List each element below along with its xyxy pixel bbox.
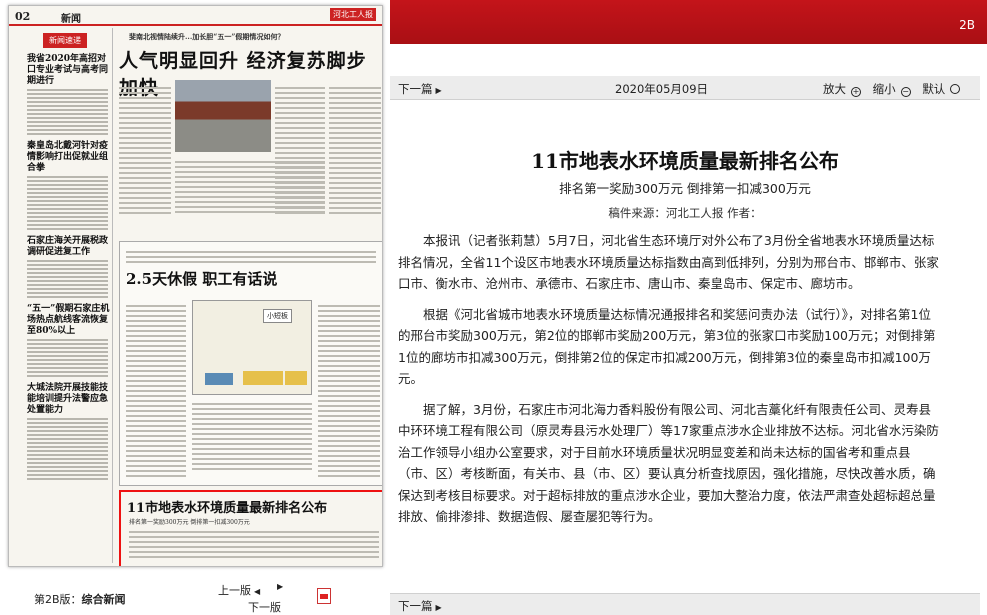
highlight-headline: 11市地表水环境质量最新排名公布 bbox=[127, 501, 328, 516]
lead-kicker: 斐南北视情陆续升...加长胆“五一”假期情况如何？ bbox=[129, 32, 285, 41]
text-column bbox=[175, 158, 325, 216]
news-brief-tag: 新闻速递 bbox=[43, 33, 87, 48]
page-number: 2B bbox=[959, 18, 975, 32]
article-title: 11市地表水环境质量最新排名公布 bbox=[531, 149, 839, 173]
zoom-default-button[interactable]: 默认 bbox=[922, 82, 964, 96]
paper-page-number: 02 bbox=[15, 10, 31, 23]
article-paragraph: 据了解，3月份，石家庄市河北海力香料股份有限公司、河北吉藁化纤有限责任公司、灵寿… bbox=[398, 401, 939, 525]
paper-logo: 河北工人报 bbox=[330, 8, 376, 21]
prev-page-link[interactable]: 上一版 ◀ bbox=[218, 582, 260, 598]
article-subtitle: 排名第一奖励300万元 倒排第一扣减300万元 bbox=[559, 181, 811, 196]
edition-name: 综合新闻 bbox=[81, 593, 126, 606]
highlight-subheadline: 排名第一奖励300万元 倒排第一扣减300万元 bbox=[129, 519, 250, 526]
triangle-left-icon: ◀ bbox=[254, 587, 261, 596]
circle-icon bbox=[950, 84, 961, 94]
text-column bbox=[329, 84, 381, 217]
feature-headline: 2.5天休假 职工有话说 bbox=[126, 270, 278, 288]
article-body: 本报讯（记者张莉慧）5月7日，河北省生态环境厅对外公布了3月份全省地表水环境质量… bbox=[398, 230, 940, 537]
brief-headline[interactable]: 秦皇岛北戴河针对疫情影响打出促就业组合拳 bbox=[27, 141, 110, 174]
cartoon-illustration: 小短板 bbox=[192, 300, 312, 395]
brief-headline[interactable]: 我省2020年高招对口专业考试与高考同期进行 bbox=[27, 54, 110, 87]
plus-icon: + bbox=[851, 87, 861, 97]
pdf-icon[interactable] bbox=[317, 588, 331, 604]
paper-section: 新闻 bbox=[61, 14, 81, 25]
article-paragraph: 本报讯（记者张莉慧）5月7日，河北省生态环境厅对外公布了3月份全省地表水环境质量… bbox=[398, 233, 939, 291]
zoom-controls: 放大 + 缩小 − 默认 bbox=[823, 81, 968, 97]
article-paragraph: 根据《河北省城市地表水环境质量达标情况通报排名和奖惩问责办法（试行）》，对排名第… bbox=[398, 306, 936, 387]
triangle-right-icon: ▶ bbox=[277, 582, 284, 591]
article-source: 稿件来源：河北工人报 作者： bbox=[608, 206, 762, 220]
next-page-link[interactable]: ▶ 下一版 bbox=[248, 582, 283, 615]
triangle-right-icon: ▶ bbox=[435, 86, 442, 95]
newspaper-page-image[interactable]: 02 新闻 河北工人报 新闻速递 我省2020年高招对口专业考试与高考同期进行 … bbox=[8, 5, 383, 567]
minus-icon: − bbox=[900, 87, 911, 97]
cartoon-caption: 小短板 bbox=[263, 309, 292, 323]
brief-headline[interactable]: “五一”假期石家庄机场热点航线客流恢复至80%以上 bbox=[27, 304, 110, 337]
paper-left-column: 新闻速递 我省2020年高招对口专业考试与高考同期进行 秦皇岛北戴河针对疫情影响… bbox=[13, 28, 113, 563]
publish-date: 2020年05月09日 bbox=[615, 82, 709, 96]
triangle-right-icon: ▶ bbox=[435, 603, 442, 612]
brief-headline[interactable]: 大城法院开展技能技能培训提升法警应急处置能力 bbox=[27, 383, 110, 416]
text-column bbox=[119, 84, 171, 217]
bottom-toolbar: 下一篇 ▶ bbox=[390, 593, 980, 615]
article-panel: 下一篇 ▶ 2020年05月09日 放大 + 缩小 − 默认 11市地表水环境质量最新… bbox=[390, 44, 987, 615]
zoom-in-button[interactable]: 放大 + bbox=[823, 82, 865, 97]
newspaper-thumbnail-panel: 02 新闻 河北工人报 新闻速递 我省2020年高招对口专业考试与高考同期进行 … bbox=[0, 0, 390, 615]
edition-label: 第2B版：综合新闻 bbox=[34, 593, 126, 606]
paper-header: 02 新闻 河北工人报 bbox=[9, 6, 382, 26]
feature-box[interactable]: 2.5天休假 职工有话说 小短板 bbox=[119, 241, 382, 486]
next-article-link[interactable]: 下一篇 ▶ bbox=[398, 81, 442, 97]
article-toolbar: 下一篇 ▶ 2020年05月09日 放大 + 缩小 − 默认 bbox=[390, 76, 980, 100]
next-article-link-bottom[interactable]: 下一篇 ▶ bbox=[398, 598, 442, 614]
zoom-out-button[interactable]: 缩小 − bbox=[873, 82, 915, 97]
selected-article-highlight[interactable]: 11市地表水环境质量最新排名公布 排名第一奖励300万元 倒排第一扣减300万元 bbox=[119, 490, 382, 566]
brief-headline[interactable]: 石家庄海关开展税政调研促进复工作 bbox=[27, 236, 110, 258]
news-photo bbox=[175, 80, 271, 152]
